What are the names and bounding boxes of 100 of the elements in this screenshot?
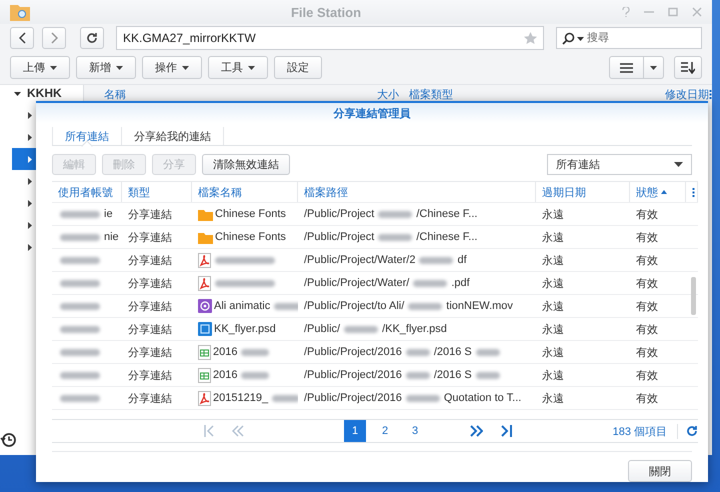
column-header[interactable]: 檔案類型 <box>399 86 554 102</box>
table-cell-text: 有效 <box>635 368 659 384</box>
next-page-icon[interactable] <box>470 425 483 437</box>
close-button[interactable]: 關閉 <box>628 460 692 482</box>
redaction-mark <box>60 256 100 264</box>
cell-text: /Public/Project/Water/2 <box>304 254 416 266</box>
table-cell-text: 分享連結 <box>127 300 173 314</box>
column-menu-icon[interactable] <box>709 90 712 98</box>
cell-text: 2016 <box>213 346 238 358</box>
table-cell-text: 有效 <box>635 254 659 268</box>
redaction-mark <box>408 302 442 310</box>
action-button[interactable]: 清除無效連結 <box>202 154 290 175</box>
cell-text: Chinese Fonts <box>215 231 286 243</box>
last-page-icon[interactable] <box>501 425 512 437</box>
column-header[interactable]: 使用者帳號 <box>52 182 122 202</box>
view-menu-button[interactable] <box>644 56 664 79</box>
filter-dropdown[interactable]: 所有連結 <box>547 154 692 175</box>
redaction-mark <box>419 256 454 264</box>
table-cell-text: 永遠 <box>541 208 565 222</box>
table-cell-text: 有效 <box>635 346 659 360</box>
redaction-mark <box>476 348 500 356</box>
column-header[interactable]: 大小 <box>354 86 399 102</box>
sort-ascending-icon <box>661 190 667 194</box>
table-cell-text: 永遠 <box>541 254 565 268</box>
expand-arrow-icon[interactable] <box>28 222 32 228</box>
scrollbar-thumb[interactable] <box>691 277 696 315</box>
window-title: File Station <box>290 4 362 20</box>
sort-icon <box>681 62 695 74</box>
column-header[interactable]: 修改日期 <box>554 86 709 102</box>
redaction-mark <box>60 394 100 402</box>
redaction-mark <box>241 348 270 356</box>
tab[interactable]: 分享給我的連結 <box>122 127 224 145</box>
search-icon[interactable] <box>562 32 575 45</box>
back-button[interactable] <box>10 27 34 49</box>
redaction-mark <box>215 256 275 264</box>
column-menu-icon[interactable] <box>692 188 695 196</box>
cell-text: tionNEW.mov <box>446 300 513 312</box>
page-button[interactable]: 3 <box>404 420 426 442</box>
expand-arrow-icon[interactable] <box>28 156 32 162</box>
column-header[interactable]: 狀態 <box>630 182 686 202</box>
cell-text: /Chinese F... <box>416 208 478 220</box>
redaction-mark <box>60 348 100 356</box>
column-header[interactable]: 檔案路徑 <box>298 182 536 202</box>
sort-button[interactable] <box>674 56 702 79</box>
table-cell-text: 永遠 <box>541 322 565 338</box>
refresh-button[interactable] <box>80 27 104 49</box>
cell-text: Quotation to T... <box>444 392 522 404</box>
expand-arrow-icon[interactable] <box>28 178 32 184</box>
cell-text: .pdf <box>451 277 470 289</box>
settings-button[interactable]: 設定 <box>274 56 322 79</box>
star-icon[interactable] <box>524 32 537 44</box>
column-header[interactable]: 過期日期 <box>536 182 630 202</box>
column-header[interactable]: 檔案名稱 <box>192 182 298 202</box>
redaction-mark <box>60 234 100 240</box>
column-header[interactable]: 名稱 <box>84 86 354 102</box>
table-cell-text: 有效 <box>635 392 659 406</box>
item-count: 183 個項目 <box>612 424 678 438</box>
caret-icon <box>650 66 657 70</box>
cell-text: Ali animatic <box>214 300 270 312</box>
cell-text: /2016 S <box>434 369 472 381</box>
cell-text: nie <box>104 231 119 243</box>
expand-arrow-icon[interactable] <box>28 244 32 250</box>
caret-down-icon[interactable] <box>14 90 21 96</box>
caret-icon <box>674 162 683 167</box>
redaction-mark <box>406 348 430 356</box>
table-cell-text: 有效 <box>635 322 659 338</box>
page-button[interactable]: 2 <box>374 420 396 442</box>
cell-text: Chinese Fonts <box>215 208 286 220</box>
expand-arrow-icon[interactable] <box>28 200 32 206</box>
table-cell-text: 分享連結 <box>127 276 173 292</box>
menu-button[interactable]: 操作 <box>142 56 202 79</box>
tree-item[interactable] <box>12 148 36 170</box>
redaction-mark <box>60 372 100 378</box>
redaction-mark <box>378 210 412 218</box>
list-icon <box>620 62 633 72</box>
cell-text: /Public/Project <box>304 208 374 220</box>
cell-text: /Public/Project/2016 <box>304 346 402 358</box>
table-cell-text: 有效 <box>635 276 659 292</box>
path-field[interactable]: KK.GMA27_mirrorKKTW <box>116 26 544 50</box>
redaction-mark <box>60 280 100 286</box>
forward-button[interactable] <box>42 27 66 49</box>
redaction-mark <box>215 280 275 286</box>
refresh-icon[interactable] <box>686 425 698 437</box>
tree-root-label[interactable]: KKHK <box>27 86 62 100</box>
table-cell-text: 永遠 <box>541 276 565 292</box>
cell-text: ie <box>104 208 113 220</box>
column-header[interactable]: 類型 <box>122 182 192 202</box>
list-view-button[interactable] <box>609 56 644 79</box>
table-cell-text: 永遠 <box>541 300 565 314</box>
menu-button[interactable]: 新增 <box>76 56 136 79</box>
cell-text: /Public/Project/Water/ <box>304 277 410 289</box>
menu-button[interactable]: 上傳 <box>10 56 70 79</box>
cell-text: 2016 <box>213 369 238 381</box>
chevron-left-icon <box>18 32 26 44</box>
menu-button[interactable]: 工具 <box>208 56 268 79</box>
expand-arrow-icon[interactable] <box>28 134 32 140</box>
expand-arrow-icon[interactable] <box>28 112 32 118</box>
history-icon[interactable] <box>0 432 16 448</box>
page-button[interactable]: 1 <box>344 420 366 442</box>
search-field[interactable]: 搜尋 <box>556 27 702 49</box>
